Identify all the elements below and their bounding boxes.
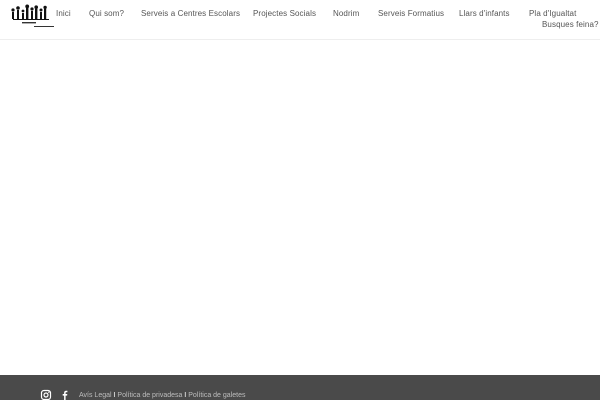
site-header: Inici Qui som? Serveis a Centres Escolar…: [0, 0, 600, 40]
facebook-icon[interactable]: [59, 388, 71, 400]
nav-item-nodrim[interactable]: Nodrim: [333, 9, 359, 19]
nav-item-qui-som[interactable]: Qui som?: [89, 9, 124, 19]
footer-link-politica-privadesa[interactable]: Política de privadesa: [117, 392, 182, 399]
nav-item-serveis-centres-escolars[interactable]: Serveis a Centres Escolars: [141, 9, 240, 19]
nav-item-serveis-formatius[interactable]: Serveis Formatius: [378, 9, 444, 19]
footer-separator: I: [113, 392, 116, 399]
nav-item-busques-feina[interactable]: Busques feina?: [542, 20, 599, 30]
footer-link-politica-galetes[interactable]: Política de galetes: [188, 392, 245, 399]
site-logo[interactable]: [10, 4, 60, 32]
footer-separator: I: [184, 392, 187, 399]
footer-link-avis-legal[interactable]: Avís Legal: [79, 392, 112, 399]
nav-item-inici[interactable]: Inici: [56, 9, 71, 19]
main-content: [0, 40, 600, 375]
footer-links: Avís Legal I Política de privadesa I Pol…: [79, 391, 245, 400]
nav-item-llars-infants[interactable]: Llars d'infants: [459, 9, 510, 19]
nav-item-projectes-socials[interactable]: Projectes Socials: [253, 9, 316, 19]
logo-figures-icon: [11, 4, 54, 27]
site-footer: Avís Legal I Política de privadesa I Pol…: [0, 375, 600, 401]
nav-item-pla-igualtat[interactable]: Pla d'Igualtat: [529, 9, 576, 19]
instagram-icon[interactable]: [40, 388, 52, 401]
